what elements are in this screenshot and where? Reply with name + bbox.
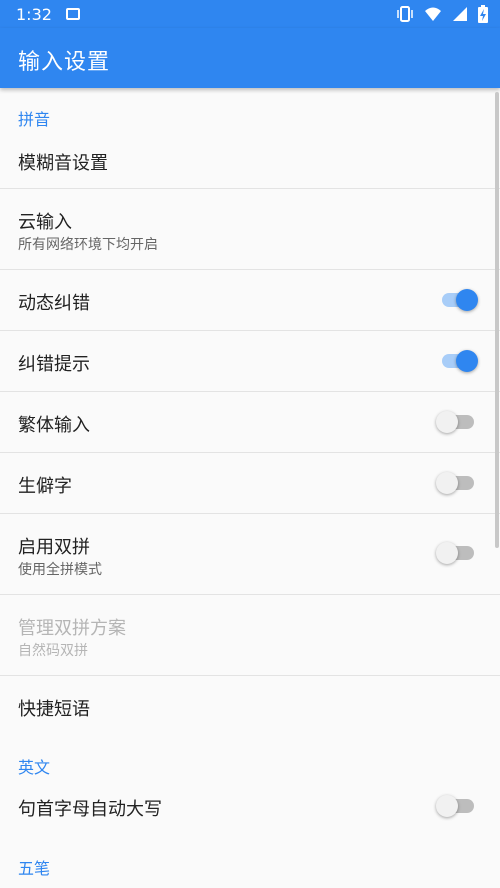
setting-fuzzy-pinyin[interactable]: 模糊音设置 [0, 132, 500, 188]
setting-title: 快捷短语 [18, 699, 90, 720]
setting-title: 模糊音设置 [18, 153, 108, 174]
setting-title: 繁体输入 [18, 415, 90, 436]
signal-icon [452, 6, 468, 22]
setting-double-pinyin-scheme: 管理双拼方案 自然码双拼 [0, 595, 500, 675]
setting-subtitle: 所有网络环境下均开启 [18, 237, 158, 253]
traditional-input-toggle[interactable] [436, 410, 476, 434]
toggle-thumb [456, 289, 478, 311]
dynamic-correction-toggle[interactable] [440, 288, 478, 312]
setting-title: 纠错提示 [18, 354, 90, 375]
toggle-thumb [436, 542, 458, 564]
setting-quick-phrases[interactable]: 快捷短语 [0, 676, 500, 736]
page-title: 输入设置 [18, 50, 111, 75]
setting-double-pinyin[interactable]: 启用双拼 使用全拼模式 [0, 514, 500, 594]
vibrate-icon [396, 6, 414, 22]
setting-title: 动态纠错 [18, 293, 90, 314]
setting-title: 云输入 [18, 212, 72, 233]
app-bar: 输入设置 [0, 28, 500, 88]
toggle-thumb [436, 795, 458, 817]
correction-hint-toggle[interactable] [440, 349, 478, 373]
toggle-thumb [436, 411, 458, 433]
section-header-pinyin: 拼音 [18, 110, 51, 129]
section-header-english: 英文 [18, 758, 51, 777]
status-time: 1:32 [16, 4, 52, 24]
toggle-thumb [456, 350, 478, 372]
settings-list: 拼音 模糊音设置 云输入 所有网络环境下均开启 动态纠错 纠错提示 繁体输入 生… [0, 88, 500, 888]
rare-characters-toggle[interactable] [436, 471, 476, 495]
setting-correction-hint[interactable]: 纠错提示 [0, 331, 500, 391]
auto-capitalize-toggle[interactable] [436, 794, 476, 818]
toggle-thumb [436, 472, 458, 494]
setting-subtitle: 使用全拼模式 [18, 562, 102, 578]
double-pinyin-toggle[interactable] [436, 541, 476, 565]
section-header-wubi: 五笔 [18, 859, 51, 878]
setting-traditional-input[interactable]: 繁体输入 [0, 392, 500, 452]
setting-cloud-input[interactable]: 云输入 所有网络环境下均开启 [0, 189, 500, 269]
setting-rare-characters[interactable]: 生僻字 [0, 453, 500, 513]
wifi-icon [424, 6, 442, 22]
scrollbar[interactable] [495, 92, 499, 548]
setting-title: 启用双拼 [18, 537, 90, 558]
setting-title: 句首字母自动大写 [18, 799, 162, 820]
setting-dynamic-correction[interactable]: 动态纠错 [0, 270, 500, 330]
battery-charging-icon [478, 5, 488, 23]
setting-auto-capitalize[interactable]: 句首字母自动大写 [0, 778, 500, 834]
setting-subtitle: 自然码双拼 [18, 643, 88, 659]
status-bar: 1:32 [0, 0, 500, 28]
image-icon [65, 8, 80, 20]
setting-title: 生僻字 [18, 476, 72, 497]
setting-title: 管理双拼方案 [18, 618, 126, 639]
